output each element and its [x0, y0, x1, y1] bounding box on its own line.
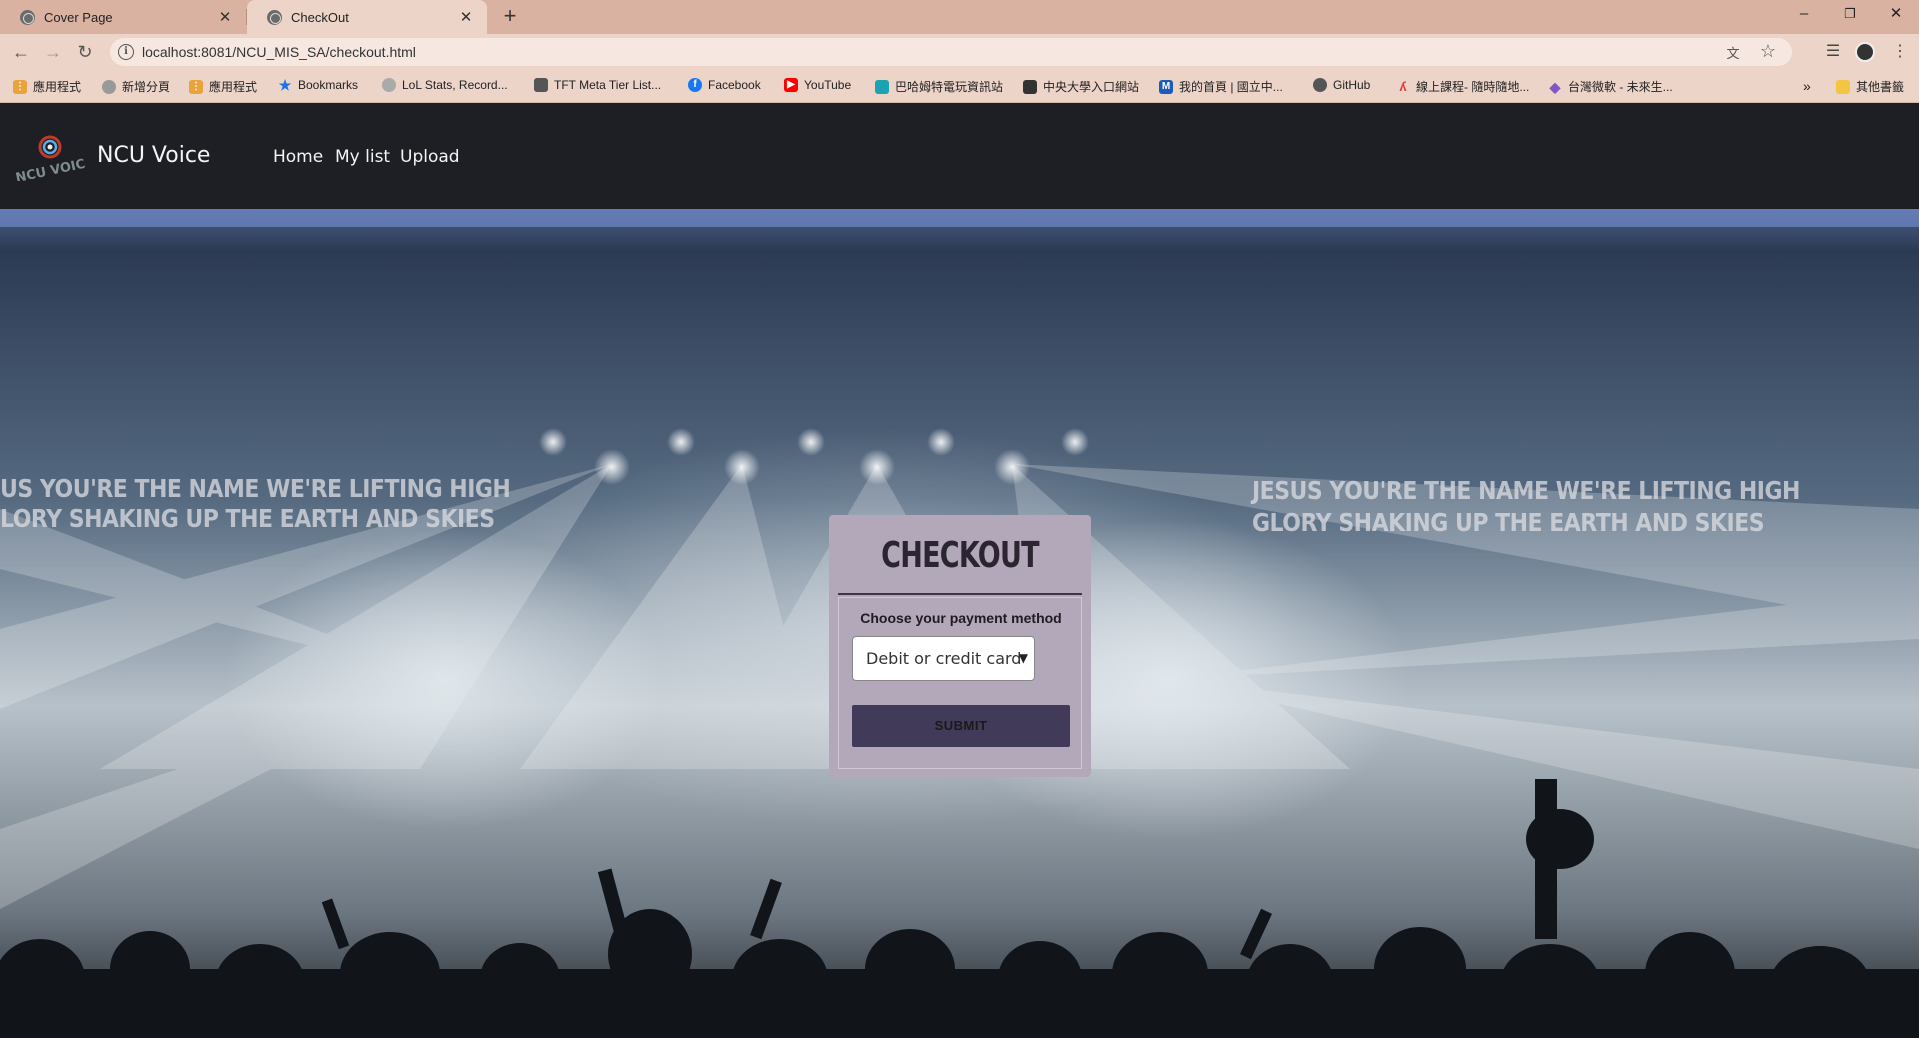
- globe-icon: [20, 9, 35, 25]
- course-icon: ʎ: [1399, 78, 1407, 94]
- nav-upload[interactable]: Upload: [400, 147, 460, 167]
- submit-button[interactable]: SUBMIT: [852, 705, 1070, 747]
- bookmarks-overflow-icon[interactable]: »: [1803, 78, 1811, 94]
- reading-list-icon[interactable]: ☰: [1821, 40, 1845, 64]
- folder-icon: [1836, 79, 1850, 94]
- bookmark-label: 中央大學入口網站: [1043, 80, 1140, 94]
- title-divider: [838, 593, 1082, 595]
- browser-tab-cover-page[interactable]: Cover Page ✕: [0, 0, 246, 34]
- bookmark-label: 巴哈姆特電玩資訊站: [895, 80, 1004, 94]
- browser-tab-checkout[interactable]: CheckOut ✕: [247, 0, 487, 34]
- hero-lyric-left-1: US YOU'RE THE NAME WE'RE LIFTING HIGH: [0, 475, 511, 504]
- close-icon[interactable]: ✕: [457, 8, 475, 26]
- bookmark-new-tab[interactable]: 新增分頁: [102, 78, 170, 95]
- payment-method-select[interactable]: Debit or credit card ▼: [852, 636, 1035, 681]
- ncu-voice-logo[interactable]: NCU VOICE: [15, 131, 85, 181]
- star-icon: ★: [278, 77, 292, 93]
- address-bar[interactable]: i localhost:8081/NCU_MIS_SA/checkout.htm…: [110, 38, 1792, 66]
- bookmark-label: YouTube: [804, 78, 852, 92]
- bookmark-label: 其他書籤: [1856, 80, 1905, 94]
- checkout-title: CHECKOUT: [881, 535, 1039, 576]
- bookmark-github[interactable]: GitHub: [1313, 78, 1370, 92]
- m-icon: M: [1159, 79, 1173, 94]
- brand-name[interactable]: NCU Voice: [97, 143, 210, 168]
- minimize-icon[interactable]: –: [1781, 0, 1827, 30]
- bookmark-label: 台灣微軟 - 未來生...: [1568, 80, 1673, 94]
- diamond-icon: ◆: [1549, 78, 1561, 95]
- hero-lyric-left-2: LORY SHAKING UP THE EARTH AND SKIES: [0, 505, 495, 534]
- bookmark-label: Facebook: [708, 78, 761, 92]
- bookmark-other[interactable]: 其他書籤: [1836, 78, 1904, 95]
- info-icon[interactable]: i: [118, 44, 134, 60]
- bookmark-label: 我的首頁 | 國立中...: [1179, 80, 1283, 94]
- back-arrow-icon[interactable]: ←: [9, 40, 33, 64]
- chevron-down-icon: ▼: [1018, 651, 1028, 665]
- forward-arrow-icon[interactable]: →: [41, 40, 65, 64]
- browser-tab-strip: Cover Page ✕ CheckOut ✕ + – ❐ ✕: [0, 0, 1919, 34]
- new-tab-icon[interactable]: +: [497, 4, 523, 30]
- bookmark-my-homepage[interactable]: M 我的首頁 | 國立中...: [1159, 78, 1283, 95]
- checkout-card: CHECKOUT Choose your payment method Debi…: [829, 515, 1091, 777]
- profile-avatar-icon[interactable]: [1855, 42, 1875, 62]
- youtube-icon: ▶: [784, 78, 798, 92]
- bookmark-label: 新增分頁: [122, 80, 171, 94]
- globe-icon: [382, 78, 396, 92]
- checkout-form: Choose your payment method Debit or cred…: [838, 597, 1082, 769]
- facebook-icon: f: [688, 78, 702, 92]
- bahamut-icon: [875, 79, 889, 94]
- bookmark-label: 應用程式: [33, 80, 82, 94]
- url-text[interactable]: localhost:8081/NCU_MIS_SA/checkout.html: [142, 44, 416, 60]
- nav-my-list[interactable]: My list: [335, 147, 390, 167]
- bookmark-microsoft[interactable]: ◆ 台灣微軟 - 未來生...: [1548, 78, 1673, 95]
- tab-title: CheckOut: [291, 9, 349, 25]
- github-icon: [1313, 78, 1327, 92]
- bookmark-label: GitHub: [1333, 78, 1371, 92]
- bookmark-label: 線上課程- 隨時隨地...: [1416, 80, 1530, 94]
- window-close-icon[interactable]: ✕: [1873, 0, 1919, 30]
- menu-kebab-icon[interactable]: ⋮: [1888, 40, 1912, 64]
- bookmark-bahamut[interactable]: 巴哈姆特電玩資訊站: [875, 78, 1003, 95]
- bookmark-ncu-portal[interactable]: 中央大學入口網站: [1023, 78, 1139, 95]
- bookmark-online-course[interactable]: ʎ 線上課程- 隨時隨地...: [1396, 78, 1529, 95]
- translate-icon[interactable]: 文: [1724, 43, 1742, 61]
- restore-icon[interactable]: ❐: [1827, 0, 1873, 30]
- bookmark-label: LoL Stats, Record...: [402, 78, 508, 92]
- bookmark-apps-2[interactable]: ⋮ 應用程式: [189, 78, 257, 95]
- bookmark-apps[interactable]: ⋮ 應用程式: [13, 78, 81, 95]
- bookmark-tft[interactable]: TFT Meta Tier List...: [534, 78, 661, 92]
- payment-method-label: Choose your payment method: [860, 610, 1062, 626]
- bookmark-lol-stats[interactable]: LoL Stats, Record...: [382, 78, 508, 92]
- hero-lyric-right-2: GLORY SHAKING UP THE EARTH AND SKIES: [1252, 509, 1765, 538]
- site-navbar: NCU VOICE NCU Voice Home My list Upload: [0, 103, 1919, 209]
- nav-home[interactable]: Home: [273, 147, 323, 167]
- ncu-icon: [1023, 79, 1037, 94]
- reload-icon[interactable]: ↻: [73, 40, 97, 64]
- bookmarks-bar: ⋮ 應用程式 新增分頁 ⋮ 應用程式 ★ Bookmarks LoL Stats, R…: [0, 69, 1919, 103]
- bookmark-youtube[interactable]: ▶ YouTube: [784, 78, 851, 92]
- globe-icon: [267, 9, 282, 25]
- svg-text:NCU VOICE: NCU VOICE: [15, 155, 85, 181]
- bookmark-label: 應用程式: [209, 80, 258, 94]
- browser-toolbar: ← → ↻ i localhost:8081/NCU_MIS_SA/checko…: [0, 34, 1919, 69]
- apps-grid-icon: ⋮: [13, 79, 27, 94]
- tft-icon: [534, 78, 548, 92]
- bookmark-label: Bookmarks: [298, 78, 359, 92]
- bookmark-star-icon[interactable]: ☆: [1760, 41, 1776, 62]
- tab-title: Cover Page: [44, 9, 113, 25]
- bookmark-bookmarks[interactable]: ★ Bookmarks: [278, 78, 358, 92]
- bookmark-facebook[interactable]: f Facebook: [688, 78, 761, 92]
- payment-method-selected: Debit or credit card: [866, 649, 1022, 668]
- globe-icon: [102, 79, 116, 94]
- close-icon[interactable]: ✕: [216, 8, 234, 26]
- apps-grid-icon: ⋮: [189, 79, 203, 94]
- bookmark-label: TFT Meta Tier List...: [554, 78, 662, 92]
- hero-lyric-right-1: JESUS YOU'RE THE NAME WE'RE LIFTING HIGH: [1252, 477, 1800, 506]
